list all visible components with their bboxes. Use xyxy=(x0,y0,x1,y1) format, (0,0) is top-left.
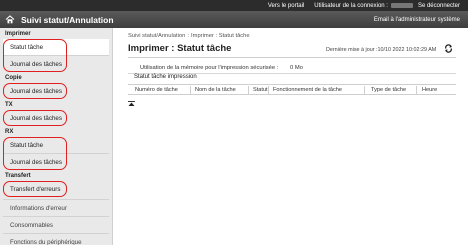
login-user-label: Utilisateur de la connexion : xyxy=(314,2,388,9)
column-header-job-number: Numéro de tâche xyxy=(135,87,178,93)
column-header-status: Statut xyxy=(253,87,268,93)
column-header-job-operation: Fonctionnement de la tâche xyxy=(273,87,343,93)
section-title: Statut tâche impression xyxy=(134,74,197,80)
breadcrumb-separator: : xyxy=(187,33,189,39)
table-header: Numéro de tâche Nom de la tâche Statut F… xyxy=(128,84,456,95)
refresh-icon[interactable] xyxy=(444,44,453,53)
app-title: Suivi statut/Annulation xyxy=(21,14,114,25)
section-heading-tx: TX xyxy=(5,102,13,108)
title-bar: Suivi statut/Annulation Email à l'admini… xyxy=(0,11,468,28)
admin-email-link[interactable]: Email à l'administrateur système xyxy=(374,17,460,23)
main-content: Suivi statut/Annulation: Imprimer : Statu… xyxy=(114,28,468,245)
username-redacted xyxy=(390,3,413,8)
column-header-job-name: Nom de la tâche xyxy=(195,87,236,93)
home-icon[interactable] xyxy=(5,15,15,24)
page-title: Imprimer : Statut tâche xyxy=(128,43,232,54)
portal-link[interactable]: Vers le portail xyxy=(268,3,304,9)
logout-link[interactable]: Se déconnecter xyxy=(418,3,460,9)
highlight-box xyxy=(3,83,67,99)
top-bar: Vers le portail Utilisateur de la connex… xyxy=(0,0,468,11)
highlight-box xyxy=(3,39,67,72)
memory-usage-value: 0 Mo xyxy=(290,65,303,71)
memory-usage-label: Utilisation de la mémoire pour l'impress… xyxy=(140,65,279,71)
sidebar-item-error-info[interactable]: Informations d'erreur xyxy=(3,200,109,216)
sidebar: Imprimer Statut tâche Journal des tâches… xyxy=(0,28,113,245)
breadcrumb: Suivi statut/Annulation: Imprimer : Statu… xyxy=(128,33,250,39)
section-heading-transfert: Transfert xyxy=(5,173,31,179)
column-header-time: Heure xyxy=(422,87,438,93)
back-to-top-icon[interactable] xyxy=(128,101,135,106)
section-heading-rx: RX xyxy=(5,129,14,135)
breadcrumb-current: Imprimer : Statut tâche xyxy=(191,33,250,39)
last-update-text: Dernière mise à jour :10/10 2022 10:02:2… xyxy=(326,47,437,53)
sidebar-item-device-features[interactable]: Fonctions du périphérique xyxy=(3,234,109,245)
highlight-box xyxy=(3,110,67,126)
column-header-job-type: Type de tâche xyxy=(371,87,407,93)
sidebar-item-consumables[interactable]: Consommables xyxy=(3,217,109,233)
secure-print-memory-row: Utilisation de la mémoire pour l'impress… xyxy=(140,65,303,71)
breadcrumb-link-status[interactable]: Suivi statut/Annulation xyxy=(128,33,185,39)
highlight-box xyxy=(3,181,67,197)
section-heading-copie: Copie xyxy=(5,75,22,81)
section-heading-imprimer: Imprimer xyxy=(5,31,31,37)
highlight-box xyxy=(3,137,67,170)
